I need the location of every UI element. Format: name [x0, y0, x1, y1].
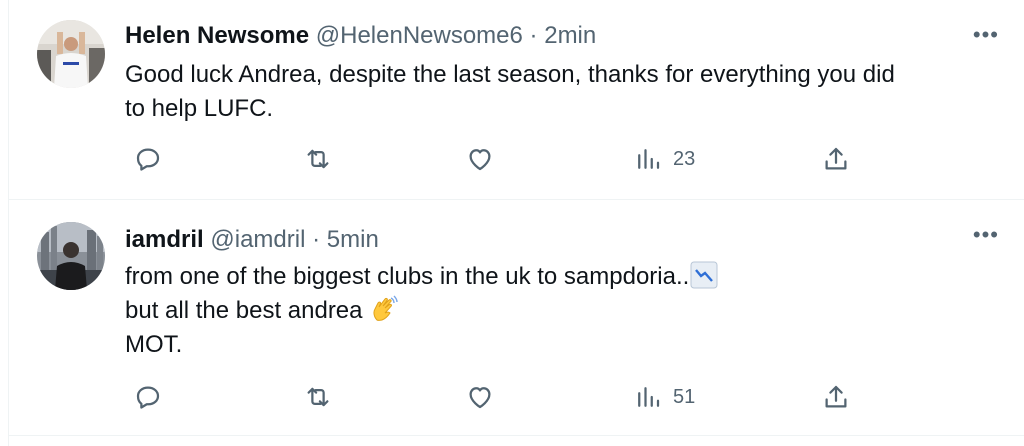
- tweet-text-segment: but all the best andrea: [125, 297, 363, 324]
- views-icon: [638, 387, 660, 407]
- tweet-text-segment: from one of the biggest clubs in the uk …: [125, 263, 690, 290]
- views-icon: [638, 149, 660, 169]
- share-button[interactable]: [821, 382, 851, 412]
- reply-button[interactable]: [133, 144, 163, 174]
- chart-decreasing-emoji: [690, 261, 718, 289]
- separator-dot: ·: [529, 22, 538, 49]
- more-options-icon[interactable]: •••: [973, 222, 999, 248]
- user-handle[interactable]: @iamdril: [210, 226, 305, 253]
- timestamp[interactable]: 2min: [544, 22, 596, 49]
- tweet-header: iamdril @iamdril · 5min: [125, 226, 379, 254]
- tweet-text-line: from one of the biggest clubs in the uk …: [125, 260, 1005, 294]
- views-count: 23: [673, 147, 696, 170]
- tweet-text-line: MOT.: [125, 331, 183, 358]
- user-handle[interactable]: @HelenNewsome6: [316, 22, 523, 49]
- retweet-button[interactable]: [303, 144, 333, 174]
- display-name[interactable]: iamdril: [125, 226, 204, 253]
- display-name[interactable]: Helen Newsome: [125, 22, 309, 49]
- tweet[interactable]: Helen Newsome @HelenNewsome6 · 2min ••• …: [9, 0, 1024, 200]
- share-button[interactable]: [821, 144, 851, 174]
- separator-dot: ·: [312, 226, 321, 253]
- views-button[interactable]: 51: [633, 382, 695, 412]
- retweet-button[interactable]: [303, 382, 333, 412]
- like-icon: [469, 149, 491, 171]
- reply-icon: [136, 386, 160, 409]
- waving-hand-emoji: [373, 295, 398, 321]
- tweet-actions: 23: [125, 144, 885, 180]
- reply-icon: [136, 148, 160, 171]
- tweet-header: Helen Newsome @HelenNewsome6 · 2min: [125, 22, 596, 50]
- retweet-icon: [307, 387, 329, 407]
- tweet-text: from one of the biggest clubs in the uk …: [125, 260, 1005, 362]
- tweet-text-line: but all the best andrea: [125, 294, 1005, 328]
- tweet-text: Good luck Andrea, despite the last seaso…: [125, 58, 1005, 126]
- tweet-actions: 51: [125, 382, 885, 418]
- share-icon: [825, 147, 847, 170]
- avatar[interactable]: [37, 20, 105, 88]
- timestamp[interactable]: 5min: [327, 226, 379, 253]
- tweet-text-line: Good luck Andrea, despite the last seaso…: [125, 61, 895, 88]
- views-button[interactable]: 23: [633, 144, 695, 174]
- more-options-icon[interactable]: •••: [973, 22, 999, 48]
- views-count: 51: [673, 385, 696, 408]
- avatar[interactable]: [37, 222, 105, 290]
- like-icon: [469, 387, 491, 409]
- like-button[interactable]: [465, 382, 495, 412]
- tweet-text-line: to help LUFC.: [125, 95, 274, 122]
- like-button[interactable]: [465, 144, 495, 174]
- tweet[interactable]: iamdril @iamdril · 5min ••• from one of …: [9, 200, 1024, 436]
- retweet-icon: [307, 149, 329, 169]
- reply-button[interactable]: [133, 382, 163, 412]
- timeline: Helen Newsome @HelenNewsome6 · 2min ••• …: [8, 0, 1024, 446]
- share-icon: [825, 385, 847, 408]
